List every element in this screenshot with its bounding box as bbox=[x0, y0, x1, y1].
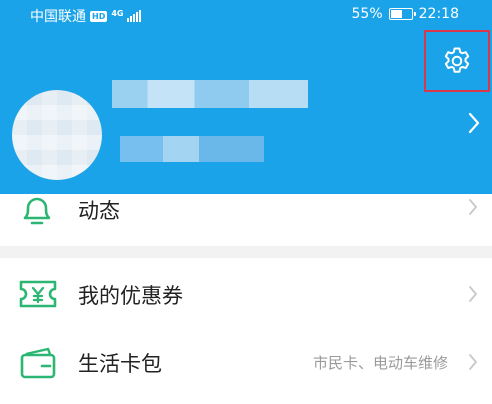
menu-item-activity[interactable]: 动态 bbox=[0, 194, 492, 246]
hd-badge: HD bbox=[90, 10, 108, 22]
network-type: 4G bbox=[111, 8, 124, 18]
status-bar: 中国联通 HD 4G 55% 22:18 bbox=[0, 0, 492, 32]
battery-fill bbox=[390, 10, 402, 18]
battery-icon bbox=[388, 8, 416, 20]
coupon-icon bbox=[19, 280, 57, 308]
menu-item-label: 动态 bbox=[78, 199, 120, 223]
chevron-right-icon bbox=[469, 354, 477, 370]
menu-item-hint: 市民卡、电动车维修 bbox=[312, 354, 448, 372]
battery-percent: 55% bbox=[351, 6, 383, 22]
menu-item-coupons[interactable]: 我的优惠券 bbox=[0, 258, 492, 332]
carrier-name: 中国联通 bbox=[30, 9, 86, 25]
menu-list: 动态 我的优惠券 生活卡包 市民卡、电动车维修 bbox=[0, 194, 492, 404]
wallet-icon bbox=[20, 347, 56, 379]
menu-item-label: 我的优惠券 bbox=[78, 284, 183, 308]
chevron-right-icon bbox=[468, 112, 480, 134]
profile-header: 中国联通 HD 4G 55% 22:18 ​ ​ bbox=[0, 0, 492, 194]
menu-item-label: 生活卡包 bbox=[78, 352, 162, 376]
avatar bbox=[12, 90, 102, 180]
profile-card[interactable]: ​ ​ bbox=[0, 70, 492, 194]
menu-item-card-wallet[interactable]: 生活卡包 市民卡、电动车维修 bbox=[0, 332, 492, 404]
user-subtitle: ​ bbox=[120, 136, 265, 162]
status-right: 55% 22:18 bbox=[352, 6, 459, 22]
chevron-right-icon bbox=[469, 199, 477, 215]
section-divider bbox=[0, 246, 492, 258]
status-left: 中国联通 HD 4G bbox=[30, 6, 142, 26]
bell-icon bbox=[23, 197, 51, 225]
signal-icon bbox=[127, 10, 142, 22]
clock: 22:18 bbox=[418, 6, 459, 22]
chevron-right-icon bbox=[469, 286, 477, 302]
user-name: ​ bbox=[112, 80, 308, 108]
